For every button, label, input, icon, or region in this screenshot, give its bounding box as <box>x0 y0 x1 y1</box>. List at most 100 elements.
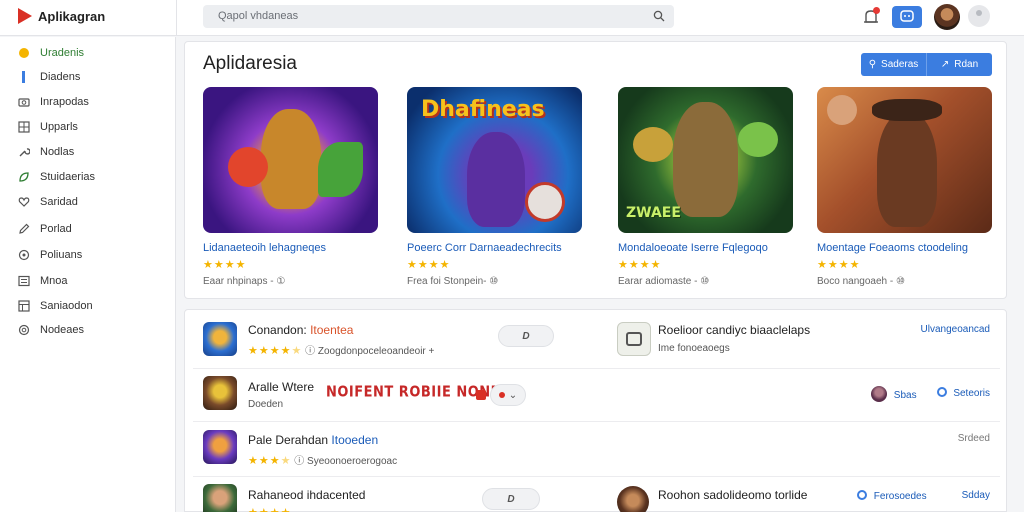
app-thumbnail[interactable] <box>203 430 237 464</box>
app-thumbnail[interactable] <box>203 484 237 512</box>
row-divider <box>193 421 1000 422</box>
target-icon <box>18 249 30 261</box>
sidebar-item-label: Poliuans <box>40 249 83 261</box>
list-item-sub: ★★★★ ⓘ Syeoonoeroerogoac <box>248 452 397 467</box>
list-item-sub: Doeden <box>248 399 284 410</box>
list-item-mid-link[interactable]: Ferosoedes <box>857 490 927 502</box>
app-meta: Frea foi Stonpein- ⑩ <box>407 276 499 287</box>
section-title: Aplidaresia <box>203 53 297 74</box>
messages-button[interactable] <box>892 6 922 28</box>
list-item-title[interactable]: Roohon sadolideomo torlide <box>658 488 807 502</box>
notifications-button[interactable] <box>860 6 882 28</box>
grid-icon <box>18 121 30 133</box>
sidebar-item-label: Stuidaerias <box>40 171 96 183</box>
app-thumbnail[interactable] <box>617 322 651 356</box>
ball <box>525 182 565 222</box>
toggle-label: D <box>507 493 515 505</box>
sidebar-item-7[interactable]: Porlad <box>18 221 72 237</box>
radio-icon <box>936 387 947 397</box>
app-card[interactable]: Moentage Foeaoms ctoodeling ★★★★ Boco na… <box>817 87 992 287</box>
app-thumbnail[interactable] <box>203 376 237 410</box>
install-toggle[interactable]: D <box>498 325 554 347</box>
sidebar-item-8[interactable]: Poliuans <box>18 247 82 263</box>
sidebar-item-10[interactable]: Saniaodon <box>18 298 93 314</box>
profile-menu-avatar[interactable] <box>968 5 990 27</box>
app-logo[interactable]: Aplikagran <box>18 8 105 24</box>
pin-icon: ⚲ <box>868 59 877 70</box>
app-artwork[interactable]: ZWAEE <box>618 87 793 233</box>
play-logo-icon <box>18 8 32 24</box>
notification-badge <box>873 7 880 14</box>
button-label: Rdan <box>954 59 979 70</box>
app-card[interactable]: Dhafineas Poeerc Corr Darnaeadechrecits … <box>407 87 582 287</box>
sidebar-item-label: Diadens <box>40 71 81 83</box>
hero-arm-right <box>738 122 778 157</box>
list-item-title[interactable]: Roelioor candiyc biaaclelaps <box>658 323 810 337</box>
app-title[interactable]: Poeerc Corr Darnaeadechrecits <box>407 242 582 254</box>
sidebar-item-1[interactable]: Diadens <box>18 69 80 85</box>
hero-shield <box>228 147 268 187</box>
sub-text: Zoogdonpoceleoandeoir <box>317 346 426 357</box>
sidebar-item-0[interactable]: Uradenis <box>18 45 84 61</box>
user-avatar[interactable] <box>934 4 960 30</box>
half-star: ★ <box>291 345 303 357</box>
list-item-link[interactable]: Sdday <box>962 490 990 501</box>
app-card[interactable]: ZWAEE Mondaloeoate Iserre Fqlegoqo ★★★★ … <box>618 87 793 287</box>
art-title: ZWAEE <box>626 205 681 221</box>
list-item-title[interactable]: Conandon: Itoentea <box>248 323 353 337</box>
list-icon <box>18 275 30 287</box>
list-item-mini[interactable]: Sbas <box>871 386 917 402</box>
hero-figure <box>467 132 525 227</box>
promo-toggle[interactable]: ⌄ <box>490 384 526 406</box>
rdan-button[interactable]: ↗ Rdan <box>926 53 992 76</box>
rating-stars: ★★★★ <box>817 259 861 271</box>
featured-panel: Aplidaresia ⚲ Saderas ↗ Rdan Lidanaeteoi… <box>184 41 1007 299</box>
sidebar-item-11[interactable]: Nodeaes <box>18 322 84 338</box>
sidebar-item-6[interactable]: Saridad <box>18 194 78 210</box>
hero-figure <box>673 102 738 217</box>
sidebar-item-label: Saniaodon <box>40 300 93 312</box>
saderas-button[interactable]: ⚲ Saderas <box>861 53 926 76</box>
app-title[interactable]: Mondaloeoate Iserre Fqlegoqo <box>618 242 793 254</box>
app-thumbnail[interactable] <box>617 486 649 512</box>
install-toggle[interactable]: D <box>482 488 540 510</box>
app-title[interactable]: Lidanaeteoih lehagneqes <box>203 242 378 254</box>
sidebar-item-5[interactable]: Stuidaerias <box>18 169 95 185</box>
sub-text: Syeoonoeroerogoac <box>307 456 398 467</box>
coin-icon <box>19 48 29 58</box>
bar-icon <box>22 71 25 83</box>
list-item-link[interactable]: Seteoris <box>936 387 990 399</box>
app-title[interactable]: Moentage Foeaoms ctoodeling <box>817 242 992 254</box>
sidebar-item-9[interactable]: Mnoa <box>18 273 68 289</box>
sidebar-item-3[interactable]: Upparls <box>18 119 78 135</box>
app-card[interactable]: Lidanaeteoih lehagneqes ★★★★ Eaar nhpina… <box>203 87 378 287</box>
app-meta: Boco nangoaeh - ⑩ <box>817 276 905 287</box>
badge-icon <box>476 390 486 400</box>
title-accent: Itoentea <box>310 323 354 337</box>
app-artwork[interactable] <box>203 87 378 233</box>
info-icon: ⓘ <box>305 346 316 357</box>
action-buttons: ⚲ Saderas ↗ Rdan <box>861 53 992 76</box>
list-item-title[interactable]: Pale Derahdan Itooeden <box>248 433 378 447</box>
search-icon[interactable] <box>653 10 665 22</box>
rating-stars: ★★★★ <box>203 259 247 271</box>
sidebar-item-2[interactable]: Inrapodas <box>18 94 89 110</box>
sidebar-item-4[interactable]: Nodlas <box>18 144 74 160</box>
app-meta: Earar adiomaste - ⑩ <box>618 276 710 287</box>
list-item-title[interactable]: Aralle Wtere <box>248 380 314 394</box>
mini-label: Sbas <box>893 390 917 401</box>
hero-arm-left <box>633 127 673 162</box>
rating-stars: ★★★★ <box>248 345 292 357</box>
app-artwork[interactable]: Dhafineas <box>407 87 582 233</box>
list-item-title[interactable]: Rahaneod ihdacented <box>248 488 365 502</box>
search-bar[interactable]: Qapol vhdaneas <box>203 5 674 28</box>
app-thumbnail[interactable] <box>203 322 237 356</box>
app-artwork[interactable] <box>817 87 992 233</box>
search-input[interactable]: Qapol vhdaneas <box>218 10 298 22</box>
top-bar: Aplikagran Qapol vhdaneas <box>0 0 1024 36</box>
sidebar-item-label: Saridad <box>40 196 78 208</box>
list-item-link[interactable]: Ulvangeoancad <box>921 324 991 335</box>
list-item-status: Srdeed <box>957 433 990 444</box>
button-label: Saderas <box>881 59 919 70</box>
toggle-dot-icon <box>498 392 505 398</box>
